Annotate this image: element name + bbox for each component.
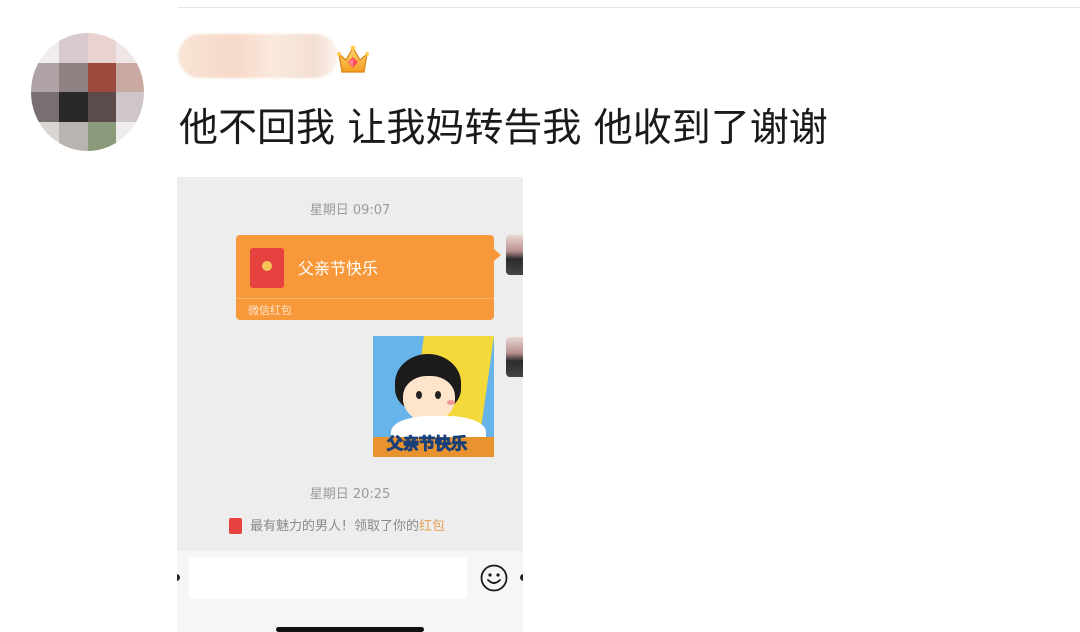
red-packet-divider bbox=[236, 298, 494, 299]
crown-icon bbox=[337, 45, 369, 73]
message-input[interactable] bbox=[189, 557, 467, 599]
system-message: 最有魅力的男人！领取了你的红包 bbox=[229, 515, 445, 535]
red-packet-icon bbox=[229, 517, 242, 534]
avatar[interactable] bbox=[31, 33, 144, 151]
divider bbox=[178, 7, 1080, 8]
comment-text: 他不回我 让我妈转告我 他收到了谢谢 bbox=[179, 106, 828, 151]
red-packet-message[interactable]: 父亲节快乐 微信红包 bbox=[236, 235, 501, 320]
sticker-caption: 父亲节快乐 bbox=[386, 434, 468, 454]
red-packet-title: 父亲节快乐 bbox=[298, 259, 379, 278]
comment-page: 他不回我 让我妈转告我 他收到了谢谢 星期日 09:07 父亲节快乐 微信红包 … bbox=[0, 0, 1080, 632]
chat-screenshot[interactable]: 星期日 09:07 父亲节快乐 微信红包 父亲节快乐 星期日 20:25 最有魅… bbox=[177, 177, 523, 632]
red-packet-icon bbox=[250, 248, 284, 288]
username-blurred[interactable] bbox=[178, 34, 338, 78]
system-message-link[interactable]: 红包 bbox=[419, 519, 445, 534]
system-message-text: 最有魅力的男人！领取了你的 bbox=[250, 519, 420, 534]
sender-avatar[interactable] bbox=[506, 337, 523, 377]
sticker-message[interactable]: 父亲节快乐 bbox=[373, 336, 494, 457]
emoji-icon[interactable] bbox=[479, 563, 509, 593]
chat-timestamp: 星期日 20:25 bbox=[309, 487, 391, 502]
red-packet-footer: 微信红包 bbox=[248, 304, 292, 317]
input-bar bbox=[177, 551, 523, 632]
chat-timestamp: 星期日 09:07 bbox=[309, 203, 391, 218]
sender-avatar[interactable] bbox=[506, 235, 523, 275]
home-indicator bbox=[276, 627, 424, 632]
